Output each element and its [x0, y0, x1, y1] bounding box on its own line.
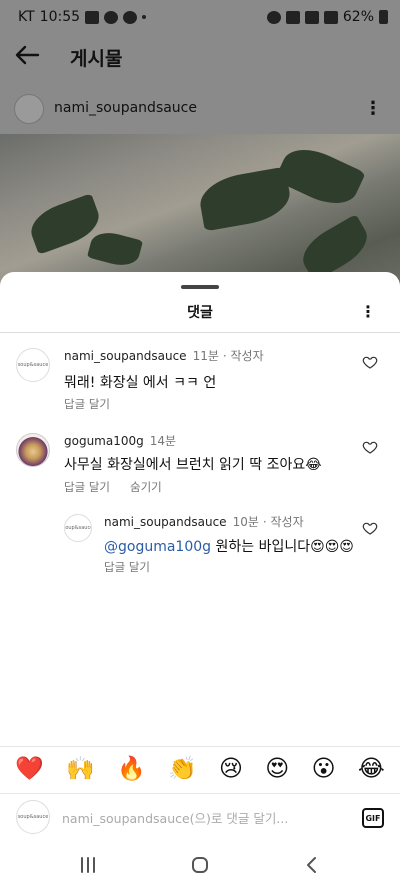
clock: 10:55 [39, 9, 81, 25]
comment-text: 뭐래! 화장실 에서 ㅋㅋ 언 [64, 375, 217, 391]
recent-apps-icon[interactable] [76, 854, 100, 876]
comment-actions: 답글 달기 [104, 559, 150, 575]
comment-text: 사무실 화장실에서 브런치 읽기 딱 조아요😂 [64, 457, 322, 473]
hide-button[interactable]: 숨기기 [130, 480, 162, 494]
comment-time: 14분 [149, 434, 177, 448]
sheet-title: 댓글 [187, 305, 213, 321]
emoji-clap-button[interactable]: 👏 [168, 758, 197, 781]
alarm-icon [266, 10, 281, 24]
emoji-heart-eyes-button[interactable]: 😍 [265, 758, 289, 781]
gif-button[interactable]: GIF [362, 808, 384, 828]
comment-username[interactable]: nami_soupandsauce [104, 515, 227, 529]
emoji-quick-bar: ❤️ 🙌 🔥 👏 😢 😍 😮 😂 [0, 746, 400, 792]
system-nav-bar [0, 842, 400, 888]
hd-icon [304, 10, 319, 24]
reply-button[interactable]: 답글 달기 [104, 560, 150, 574]
page-title: 게시물 [70, 48, 123, 70]
status-right: 62% [266, 9, 388, 25]
avatar[interactable]: soup&sauce [16, 348, 50, 382]
comment-actions: 답글 달기 [64, 396, 110, 412]
status-left: KT 10:55 [18, 9, 147, 25]
post-author-name[interactable]: nami_soupandsauce [54, 100, 197, 116]
my-avatar: soup&sauce [16, 800, 50, 834]
comment-meta: goguma100g 14분 [64, 432, 176, 449]
comment-text: @goguma100g 원하는 바입니다😍😍😍 [104, 536, 354, 556]
emoji-cry-button[interactable]: 😢 [219, 758, 243, 781]
sheet-more-icon[interactable]: ⋮ [360, 302, 376, 321]
more-notifications-icon [142, 15, 147, 19]
comment-time: 10분 [232, 515, 259, 529]
home-icon[interactable] [188, 854, 212, 876]
avatar[interactable] [16, 433, 50, 467]
emoji-heart-button[interactable]: ❤️ [15, 758, 44, 781]
reply-body: 원하는 바입니다😍😍😍 [211, 539, 354, 555]
emoji-fire-button[interactable]: 🔥 [117, 758, 146, 781]
battery-percent: 62% [342, 9, 374, 25]
signal-icon [323, 10, 338, 24]
comment-actions: 답글 달기 숨기기 [64, 479, 162, 495]
reply-button[interactable]: 답글 달기 [64, 480, 110, 494]
post-photo [0, 134, 400, 294]
sheet-divider [0, 332, 400, 333]
comment-meta: nami_soupandsauce 11분 · 작성자 [64, 347, 264, 364]
post-header: 게시물 [0, 34, 400, 80]
app-notification-icon [123, 10, 138, 24]
author-badge: · 작성자 [262, 515, 304, 529]
emoji-surprised-button[interactable]: 😮 [312, 758, 336, 781]
battery-icon [379, 10, 388, 24]
like-heart-icon[interactable] [362, 354, 378, 370]
reply-button[interactable]: 답글 달기 [64, 397, 110, 411]
avatar[interactable]: soup&sauce [64, 514, 92, 542]
comment-input[interactable] [62, 806, 342, 830]
wifi-icon [285, 10, 300, 24]
like-heart-icon[interactable] [362, 439, 378, 455]
author-badge: · 작성자 [222, 349, 264, 363]
comment-time: 11분 [192, 349, 219, 363]
emoji-laugh-button[interactable]: 😂 [358, 758, 385, 781]
emoji-raised-hands-button[interactable]: 🙌 [66, 758, 95, 781]
comment-input-bar: soup&sauce GIF [0, 793, 400, 841]
like-heart-icon[interactable] [362, 520, 378, 536]
post-author-avatar[interactable] [14, 94, 44, 124]
back-arrow-icon[interactable] [14, 42, 42, 70]
back-nav-icon[interactable] [300, 854, 324, 876]
status-bar: KT 10:55 62% [0, 0, 400, 34]
comment-meta: nami_soupandsauce 10분 · 작성자 [104, 513, 304, 530]
comment-username[interactable]: nami_soupandsauce [64, 349, 187, 363]
post-more-icon[interactable]: ⋮ [364, 98, 382, 119]
gallery-notification-icon [85, 10, 100, 24]
talk-notification-icon [104, 10, 119, 24]
mention-link[interactable]: @goguma100g [104, 539, 211, 555]
carrier-label: KT [18, 9, 35, 25]
sheet-grabber[interactable] [181, 285, 219, 289]
post-author-row: nami_soupandsauce ⋮ [0, 88, 400, 132]
comment-username[interactable]: goguma100g [64, 434, 144, 448]
